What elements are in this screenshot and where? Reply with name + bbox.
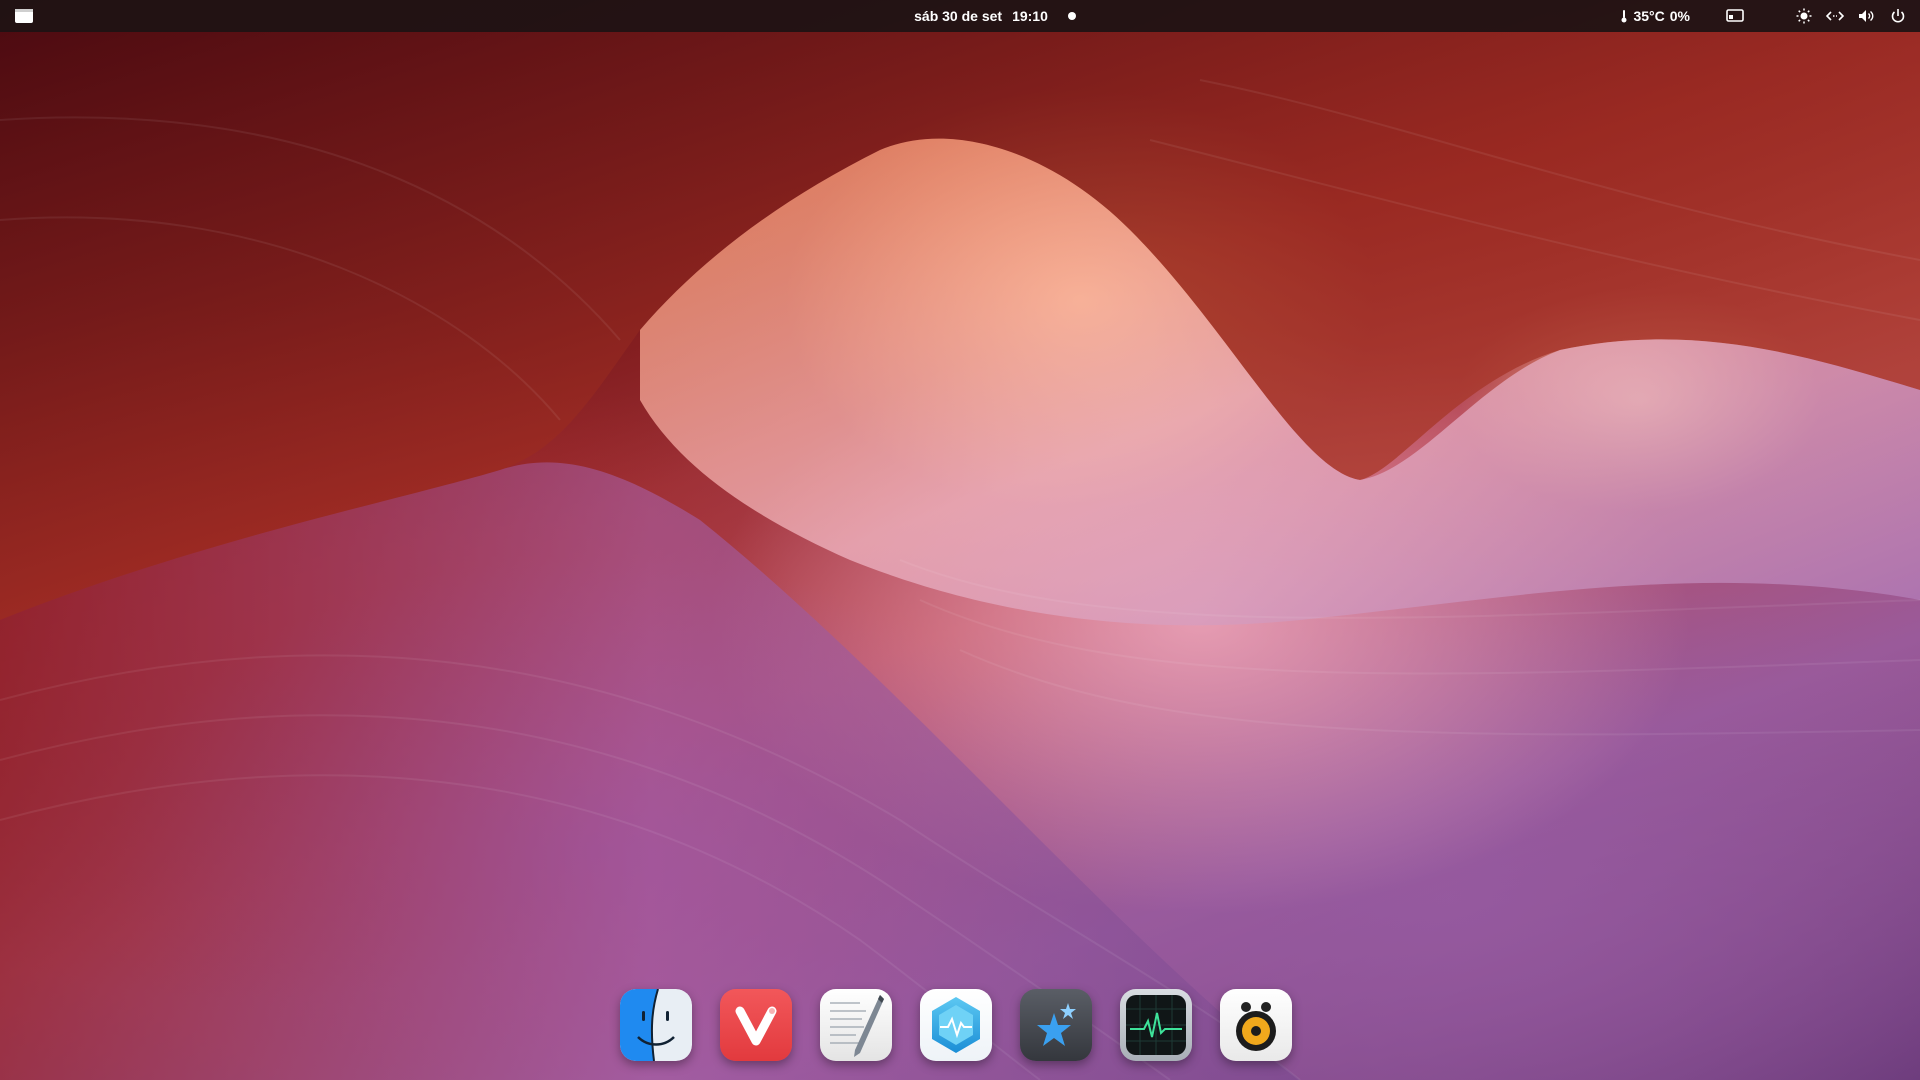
power-indicator[interactable] — [1890, 8, 1906, 24]
dock — [620, 986, 1292, 1064]
finder-icon — [620, 989, 692, 1061]
dock-app-text-editor[interactable] — [820, 989, 892, 1061]
dock-app-speaker[interactable] — [1220, 989, 1292, 1061]
activities-button[interactable] — [14, 8, 34, 24]
volume-icon — [1858, 9, 1876, 23]
hexagon-pulse-icon — [932, 997, 980, 1053]
dock-app-vivaldi[interactable] — [720, 989, 792, 1061]
notification-dot — [1067, 12, 1076, 20]
weather-indicator[interactable]: 35°C 0% — [1620, 8, 1690, 24]
system-tray: 35°C 0% — [1620, 0, 1906, 32]
vivaldi-icon — [735, 1006, 777, 1046]
date-label: sáb 30 de set — [914, 8, 1003, 24]
temperature-label: 35°C — [1633, 8, 1665, 24]
dock-app-system-monitor[interactable] — [920, 989, 992, 1061]
thermometer-icon — [1620, 9, 1628, 23]
network-icon — [1826, 10, 1844, 22]
star-icon — [1037, 1003, 1076, 1046]
desktop: sáb 30 de set 19:10 35°C 0% — [0, 0, 1920, 1080]
display-icon — [1726, 9, 1744, 23]
brightness-indicator[interactable] — [1796, 8, 1812, 24]
top-bar: sáb 30 de set 19:10 35°C 0% — [0, 0, 1920, 32]
screen-indicator[interactable] — [1726, 9, 1744, 23]
dock-app-app-store[interactable] — [1020, 989, 1092, 1061]
dock-app-finder[interactable] — [620, 989, 692, 1061]
volume-indicator[interactable] — [1858, 9, 1876, 23]
network-indicator[interactable] — [1826, 10, 1844, 22]
heartbeat-icon — [1126, 995, 1186, 1055]
text-editor-icon — [830, 995, 884, 1057]
wallpaper — [0, 30, 1920, 1080]
power-icon — [1890, 8, 1906, 24]
dock-app-activity-monitor[interactable] — [1120, 989, 1192, 1061]
speaker-icon — [1236, 1002, 1276, 1051]
brightness-icon — [1796, 8, 1812, 24]
battery-label: 0% — [1669, 8, 1690, 24]
time-label: 19:10 — [1012, 8, 1048, 24]
date-time-button[interactable]: sáb 30 de set 19:10 — [914, 8, 1076, 24]
window-icon — [15, 9, 33, 23]
